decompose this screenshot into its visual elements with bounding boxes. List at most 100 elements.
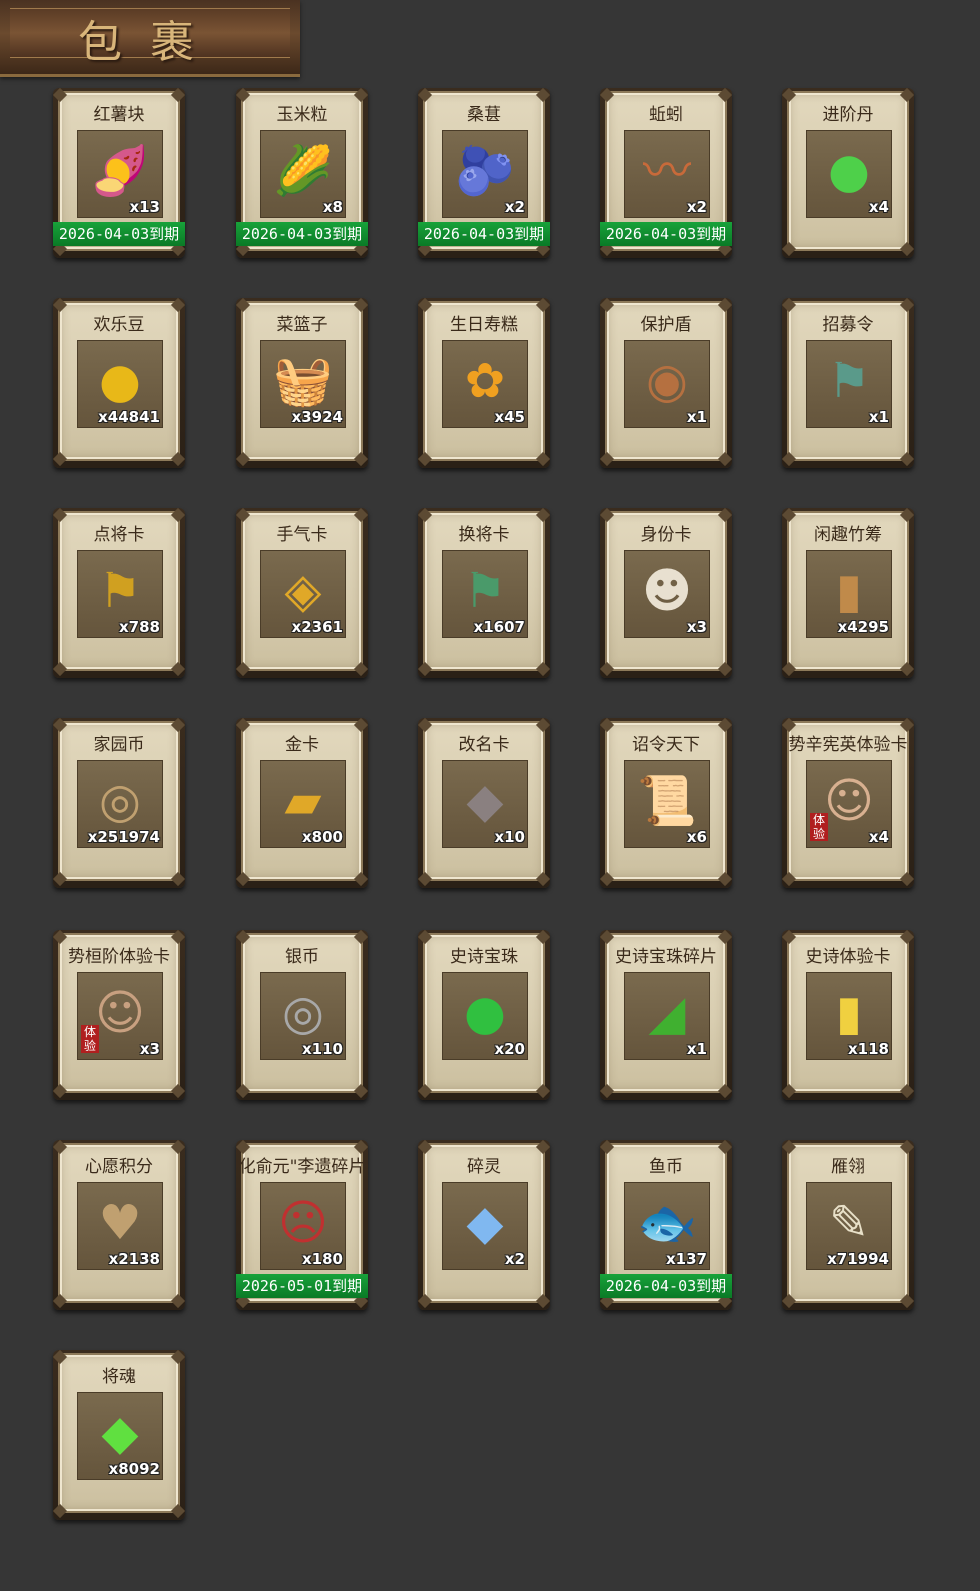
inventory-item[interactable]: 史诗宝珠 ● x20 [417, 929, 551, 1100]
item-icon-slot[interactable]: 🌽 x8 [260, 130, 346, 218]
item-quantity: x8092 [108, 1460, 160, 1478]
item-name: 生日寿糕 [450, 315, 518, 335]
item-name: 雁翎 [831, 1157, 865, 1177]
item-icon-slot[interactable]: ● x4 [806, 130, 892, 218]
item-icon-slot[interactable]: ✎ x71994 [806, 1182, 892, 1270]
item-quantity: x20 [494, 1040, 525, 1058]
item-quantity: x10 [494, 828, 525, 846]
inventory-item[interactable]: 鱼币 🐟 x137 2026-04-03到期 [599, 1139, 733, 1310]
item-icon-slot[interactable]: ☻ x3 [624, 550, 710, 638]
item-icon-slot[interactable]: 🍠 x13 [77, 130, 163, 218]
inventory-item[interactable]: 招募令 ⚑ x1 [781, 297, 915, 468]
inventory-item[interactable]: 金卡 ▰ x800 [235, 717, 369, 888]
item-name: 点将卡 [93, 525, 145, 545]
inventory-item[interactable]: 心愿积分 ♥ x2138 [52, 1139, 186, 1310]
item-icon-slot[interactable]: ▮ x4295 [806, 550, 892, 638]
item-name: 保护盾 [640, 315, 692, 335]
inventory-item[interactable]: 诏令天下 📜 x6 [599, 717, 733, 888]
expiry-banner: 2026-05-01到期 [236, 1274, 368, 1298]
imperial-edict-icon: 📜 [637, 773, 697, 829]
inventory-item[interactable]: 蚯蚓〰 x2 2026-04-03到期 [599, 87, 733, 258]
item-quantity: x800 [302, 828, 343, 846]
inventory-item[interactable]: 史诗宝珠碎片 ◢ x1 [599, 929, 733, 1100]
item-icon-slot[interactable]: 🫐 x2 [442, 130, 528, 218]
inventory-item[interactable]: 化俞元"李遗碎片 ☹ x180 2026-05-01到期 [235, 1139, 369, 1310]
inventory-item[interactable]: 改名卡 ◆ x10 [417, 717, 551, 888]
mulberry-icon: 🫐 [455, 143, 515, 199]
inventory-item[interactable]: 欢乐豆 ● x44841 [52, 297, 186, 468]
inventory-item[interactable]: 手气卡 ◈ x2361 [235, 507, 369, 678]
inventory-item[interactable]: 史诗体验卡 ▮ x118 [781, 929, 915, 1100]
expiry-banner: 2026-04-03到期 [600, 1274, 732, 1298]
spirit-shard-icon: ◆ [466, 1195, 504, 1251]
general-shard-portrait-icon: ☹ [277, 1195, 329, 1251]
luck-card-icon: ◈ [284, 563, 322, 619]
item-name: 进阶丹 [822, 105, 874, 125]
inventory-item[interactable]: 保护盾 ◉ x1 [599, 297, 733, 468]
item-icon-slot[interactable]: ▰ x800 [260, 760, 346, 848]
silver-coin-icon: ◎ [282, 985, 324, 1041]
inventory-item[interactable]: 碎灵 ◆ x2 [417, 1139, 551, 1310]
item-name: 蚯蚓 [649, 105, 683, 125]
inventory-item[interactable]: 家园币 ◎ x251974 [52, 717, 186, 888]
item-icon-slot[interactable]: ⚑ x788 [77, 550, 163, 638]
item-icon-slot[interactable]: ◎ x110 [260, 972, 346, 1060]
item-icon-slot[interactable]: ◆ x8092 [77, 1392, 163, 1480]
item-icon-slot[interactable]: ♥ x2138 [77, 1182, 163, 1270]
item-quantity: x44841 [98, 408, 160, 426]
item-name: 史诗宝珠 [450, 947, 518, 967]
inventory-item[interactable]: 身份卡 ☻ x3 [599, 507, 733, 678]
epic-orb-icon: ● [464, 985, 506, 1041]
inventory-item[interactable]: 进阶丹 ● x4 [781, 87, 915, 258]
advance-pill-icon: ● [828, 143, 870, 199]
earthworm-icon: 〰 [642, 143, 691, 199]
inventory-item[interactable]: 雁翎 ✎ x71994 [781, 1139, 915, 1310]
trial-badge: 体验 [81, 1025, 99, 1053]
item-icon-slot[interactable]: ◢ x1 [624, 972, 710, 1060]
inventory-item[interactable]: 闲趣竹筹 ▮ x4295 [781, 507, 915, 678]
item-icon-slot[interactable]: ◈ x2361 [260, 550, 346, 638]
inventory-item[interactable]: 红薯块 🍠 x13 2026-04-03到期 [52, 87, 186, 258]
item-icon-slot[interactable]: ⚑ x1 [806, 340, 892, 428]
item-name: 鱼币 [649, 1157, 683, 1177]
item-quantity: x3 [139, 1040, 160, 1058]
item-icon-slot[interactable]: ◆ x2 [442, 1182, 528, 1270]
item-icon-slot[interactable]: ☺ 体验 x3 [77, 972, 163, 1060]
item-quantity: x251974 [87, 828, 160, 846]
item-name: 欢乐豆 [93, 315, 145, 335]
item-icon-slot[interactable]: ✿ x45 [442, 340, 528, 428]
item-icon-slot[interactable]: ☹ x180 [260, 1182, 346, 1270]
item-name: 桑葚 [467, 105, 501, 125]
item-icon-slot[interactable]: ◎ x251974 [77, 760, 163, 848]
item-icon-slot[interactable]: 🐟 x137 [624, 1182, 710, 1270]
item-icon-slot[interactable]: ⚑ x1607 [442, 550, 528, 638]
item-quantity: x788 [119, 618, 160, 636]
item-icon-slot[interactable]: 🧺 x3924 [260, 340, 346, 428]
item-icon-slot[interactable]: ● x44841 [77, 340, 163, 428]
inventory-item[interactable]: 桑葚 🫐 x2 2026-04-03到期 [417, 87, 551, 258]
item-icon-slot[interactable]: ☺ 体验 x4 [806, 760, 892, 848]
inventory-item[interactable]: 菜篮子 🧺 x3924 [235, 297, 369, 468]
inventory-item[interactable]: 点将卡 ⚑ x788 [52, 507, 186, 678]
item-icon-slot[interactable]: ◉ x1 [624, 340, 710, 428]
item-icon-slot[interactable]: 〰 x2 [624, 130, 710, 218]
gold-card-icon: ▰ [284, 773, 322, 829]
inventory-item[interactable]: 势辛宪英体验卡 ☺ 体验 x4 [781, 717, 915, 888]
goose-feather-icon: ✎ [828, 1195, 870, 1251]
item-icon-slot[interactable]: 📜 x6 [624, 760, 710, 848]
item-quantity: x4 [868, 198, 889, 216]
item-quantity: x3 [686, 618, 707, 636]
item-icon-slot[interactable]: ● x20 [442, 972, 528, 1060]
inventory-item[interactable]: 换将卡 ⚑ x1607 [417, 507, 551, 678]
inventory-item[interactable]: 将魂 ◆ x8092 [52, 1349, 186, 1520]
item-icon-slot[interactable]: ▮ x118 [806, 972, 892, 1060]
inventory-item[interactable]: 势桓阶体验卡 ☺ 体验 x3 [52, 929, 186, 1100]
item-icon-slot[interactable]: ◆ x10 [442, 760, 528, 848]
inventory-item[interactable]: 玉米粒 🌽 x8 2026-04-03到期 [235, 87, 369, 258]
item-name: 史诗宝珠碎片 [615, 947, 717, 967]
item-name: 银币 [285, 947, 319, 967]
inventory-item[interactable]: 银币 ◎ x110 [235, 929, 369, 1100]
item-quantity: x6 [686, 828, 707, 846]
inventory-item[interactable]: 生日寿糕 ✿ x45 [417, 297, 551, 468]
fish-coin-icon: 🐟 [637, 1195, 697, 1251]
